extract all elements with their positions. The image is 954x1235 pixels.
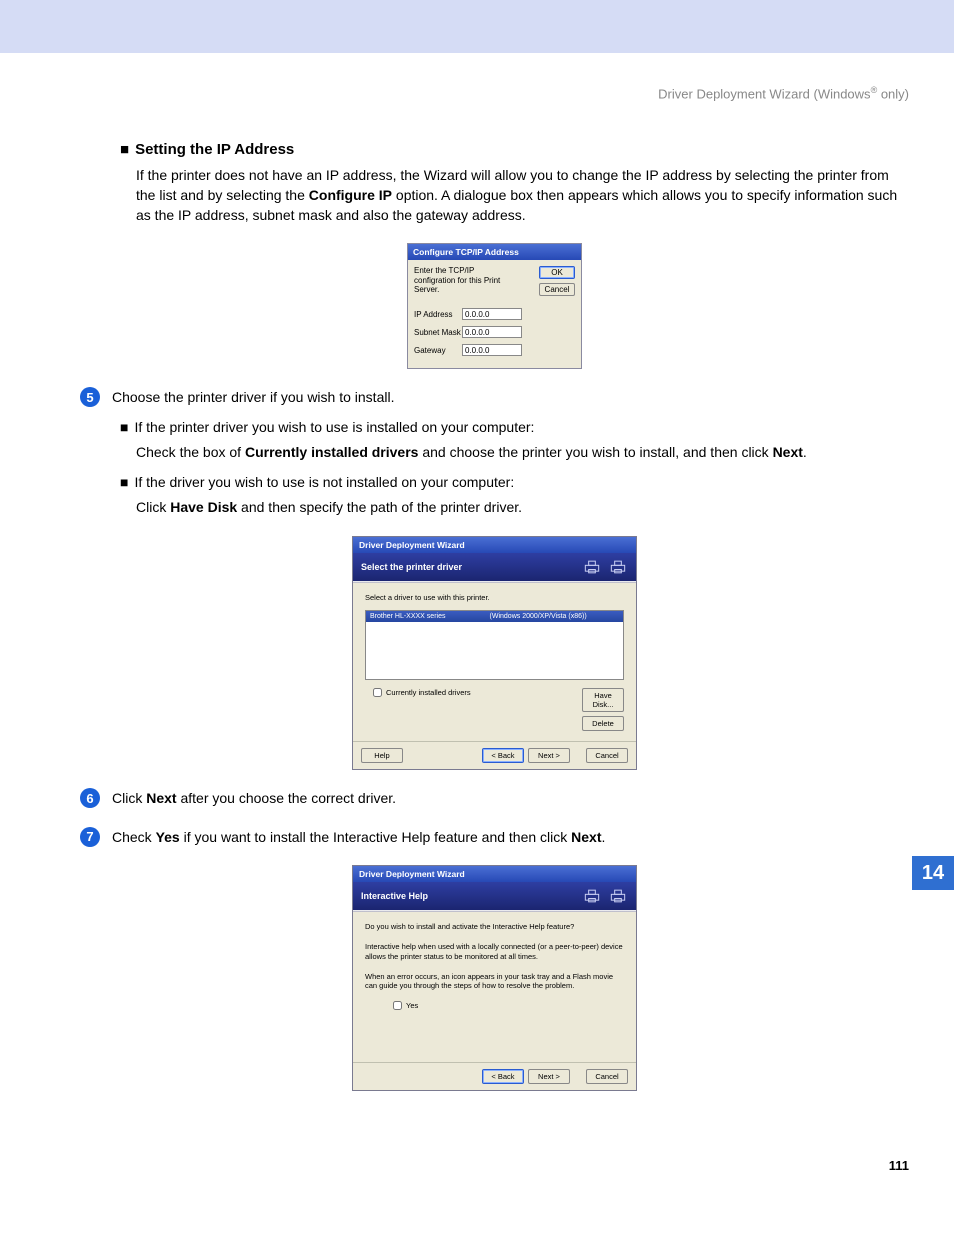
cancel-button[interactable]: Cancel [586,748,628,763]
section-heading: ■ Setting the IP Address [120,141,909,158]
step7-b1: Yes [156,829,180,845]
ok-button[interactable]: OK [539,266,575,279]
currently-installed-checkbox[interactable]: Currently installed drivers [373,688,471,697]
step-number-7: 7 [80,827,100,847]
yes-checkbox[interactable]: Yes [393,1001,624,1010]
header-pre: Driver Deployment Wizard (Windows [658,86,870,101]
wiz2-banner-icons [582,888,628,904]
step-5: 5 Choose the printer driver if you wish … [80,387,909,408]
step-5-sub-a: ■ If the printer driver you wish to use i… [120,418,909,438]
step-7-text: Check Yes if you want to install the Int… [112,827,605,848]
next-button[interactable]: Next > [528,1069,570,1084]
sub5a-b1: Currently installed drivers [245,444,419,460]
step7-pre: Check [112,829,156,845]
step7-b2: Next [571,829,601,845]
yes-label: Yes [406,1001,418,1010]
wiz1-list-col2: (Windows 2000/XP/Vista (x86)) [490,613,587,620]
subnet-mask-label: Subnet Mask [414,328,462,337]
step6-post: after you choose the correct driver. [177,790,396,806]
currently-installed-label: Currently installed drivers [386,688,471,697]
step-number-6: 6 [80,788,100,808]
cancel-button[interactable]: Cancel [586,1069,628,1084]
step-5-sub-a-detail: Check the box of Currently installed dri… [136,443,909,463]
step-6: 6 Click Next after you choose the correc… [80,788,909,809]
wiz1-driver-list[interactable]: Brother HL-XXXX series (Windows 2000/XP/… [365,610,624,680]
wiz1-list-col1: Brother HL-XXXX series [370,613,490,620]
section-para-bold: Configure IP [309,187,392,203]
delete-button[interactable]: Delete [582,716,624,731]
printer-icon [608,888,628,904]
step-5-text: Choose the printer driver if you wish to… [112,387,394,408]
page-header: Driver Deployment Wizard (Windows® only) [0,55,954,101]
wiz1-banner-title: Select the printer driver [361,562,462,572]
sub5b-b1: Have Disk [170,499,237,515]
ip-address-input[interactable] [462,308,522,320]
step-number-5: 5 [80,387,100,407]
chapter-tab: 14 [912,856,954,890]
wiz2-question: Do you wish to install and activate the … [365,922,624,932]
step-5-sub-b-detail: Click Have Disk and then specify the pat… [136,498,909,518]
sub5a-b2: Next [773,444,803,460]
driver-wizard-select-dialog: Driver Deployment Wizard Select the prin… [352,536,637,770]
step7-post: . [602,829,606,845]
step7-mid: if you want to install the Interactive H… [180,829,571,845]
top-bar [0,0,954,55]
step6-b: Next [146,790,176,806]
section-paragraph: If the printer does not have an IP addre… [136,166,909,225]
section-heading-text: Setting the IP Address [135,141,294,158]
printer-icon [582,559,602,575]
sub5b-text: If the driver you wish to use is not ins… [134,474,514,490]
gateway-input[interactable] [462,344,522,356]
tcpip-description: Enter the TCP/IP configration for this P… [414,266,504,296]
sub5a-text: If the printer driver you wish to use is… [134,419,534,435]
printer-icon [582,888,602,904]
bullet-square-icon: ■ [120,419,128,435]
back-button[interactable]: < Back [482,748,524,763]
ip-address-label: IP Address [414,310,462,319]
bullet-square-icon: ■ [120,141,129,158]
cancel-button[interactable]: Cancel [539,283,575,296]
configure-tcpip-dialog: Configure TCP/IP Address Enter the TCP/I… [407,243,582,369]
driver-wizard-interactive-help-dialog: Driver Deployment Wizard Interactive Hel… [352,865,637,1091]
back-button[interactable]: < Back [482,1069,524,1084]
page-number: 111 [889,1158,909,1173]
yes-checkbox-input[interactable] [393,1001,402,1010]
step-6-text: Click Next after you choose the correct … [112,788,396,809]
bullet-square-icon: ■ [120,474,128,490]
step-7: 7 Check Yes if you want to install the I… [80,827,909,848]
wiz1-instruction: Select a driver to use with this printer… [365,593,624,602]
wiz2-p1: Interactive help when used with a locall… [365,942,624,962]
gateway-label: Gateway [414,346,462,355]
header-post: only) [877,86,909,101]
printer-icon [608,559,628,575]
step-5-sub-b: ■ If the driver you wish to use is not in… [120,473,909,493]
sub5a-mid: and choose the printer you wish to insta… [418,444,772,460]
sub5b-post: and then specify the path of the printer… [237,499,522,515]
currently-installed-checkbox-input[interactable] [373,688,382,697]
sub5b-pre: Click [136,499,170,515]
subnet-mask-input[interactable] [462,326,522,338]
wiz2-p2: When an error occurs, an icon appears in… [365,972,624,992]
step6-pre: Click [112,790,146,806]
wiz1-banner-icons [582,559,628,575]
sub5a-pre: Check the box of [136,444,245,460]
wiz1-titlebar: Driver Deployment Wizard [353,537,636,553]
have-disk-button[interactable]: Have Disk... [582,688,624,712]
wiz2-titlebar: Driver Deployment Wizard [353,866,636,882]
sub5a-post: . [803,444,807,460]
wiz2-banner-title: Interactive Help [361,891,428,901]
help-button[interactable]: Help [361,748,403,763]
next-button[interactable]: Next > [528,748,570,763]
tcpip-titlebar: Configure TCP/IP Address [408,244,581,260]
